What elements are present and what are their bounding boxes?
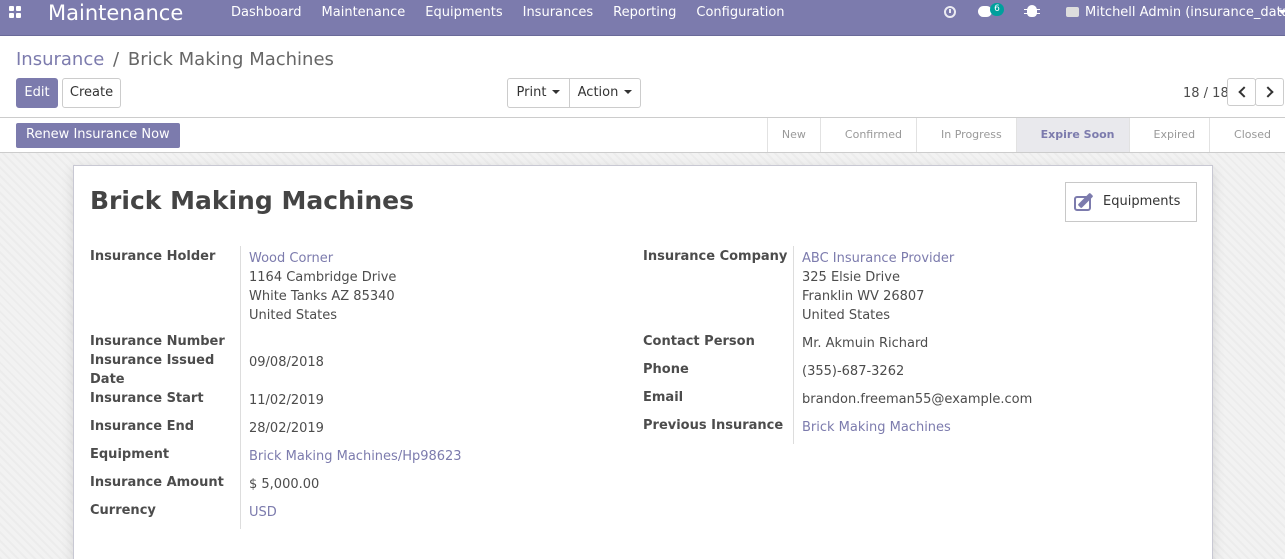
main-menu: Dashboard Maintenance Equipments Insuran… — [231, 5, 785, 20]
issued-date-label: Insurance Issued — [90, 353, 215, 368]
chat-count-badge: 6 — [990, 3, 1004, 16]
equipment-link[interactable]: Brick Making Machines/Hp98623 — [249, 449, 462, 464]
equipments-smart-button-label: Equipments — [1103, 194, 1181, 209]
start-date-value: 11/02/2019 — [249, 393, 324, 408]
user-caret-icon[interactable] — [1278, 10, 1285, 18]
breadcrumb: Insurance / Brick Making Machines — [16, 49, 334, 70]
chevron-left-icon — [1238, 86, 1250, 98]
renew-insurance-button[interactable]: Renew Insurance Now — [16, 123, 180, 148]
chevron-down-icon — [624, 90, 633, 98]
start-date-label: Insurance Start — [90, 391, 204, 406]
stage-in-progress[interactable]: In Progress — [916, 118, 1016, 152]
menu-maintenance[interactable]: Maintenance — [322, 5, 406, 20]
create-button[interactable]: Create — [62, 78, 121, 108]
currency-label: Currency — [90, 503, 156, 518]
apps-menu-icon[interactable] — [9, 6, 23, 20]
end-date-value: 28/02/2019 — [249, 421, 324, 436]
print-dropdown[interactable]: Print — [507, 78, 570, 108]
stage-new[interactable]: New — [766, 118, 820, 152]
stage-closed[interactable]: Closed — [1209, 118, 1285, 152]
debug-bug-icon[interactable] — [1024, 5, 1040, 17]
chevron-down-icon — [552, 90, 561, 98]
menu-insurances[interactable]: Insurances — [523, 5, 594, 20]
equipment-label: Equipment — [90, 447, 170, 462]
left-group-divider — [240, 246, 241, 529]
action-label: Action — [577, 85, 619, 100]
record-title: Brick Making Machines — [90, 186, 415, 215]
end-date-label: Insurance End — [90, 419, 195, 434]
menu-equipments[interactable]: Equipments — [425, 5, 502, 20]
stage-confirmed[interactable]: Confirmed — [819, 118, 916, 152]
holder-name-link[interactable]: Wood Corner — [249, 251, 333, 266]
app-title[interactable]: Maintenance — [48, 1, 183, 25]
action-dropdown[interactable]: Action — [569, 78, 641, 108]
previous-insurance-link[interactable]: Brick Making Machines — [802, 420, 951, 435]
top-navbar: Maintenance Dashboard Maintenance Equipm… — [0, 0, 1285, 36]
activity-clock-icon[interactable] — [944, 6, 956, 18]
issued-date-label-line2: Date — [90, 372, 125, 387]
status-bar: Renew Insurance Now New Confirmed In Pro… — [0, 118, 1285, 153]
holder-address-line3: United States — [249, 308, 338, 323]
user-menu[interactable]: Mitchell Admin (insurance_data) — [1085, 5, 1285, 20]
menu-configuration[interactable]: Configuration — [696, 5, 784, 20]
company-label: Insurance Company — [643, 249, 788, 264]
menu-reporting[interactable]: Reporting — [613, 5, 676, 20]
amount-value: $ 5,000.00 — [249, 477, 320, 492]
pager-value[interactable]: 18 / 18 — [1183, 86, 1229, 101]
insurance-number-label: Insurance Number — [90, 334, 225, 349]
edit-pen-icon — [1074, 192, 1096, 212]
form-sheet: Brick Making Machines Equipments Insuran… — [73, 165, 1213, 559]
stage-pipeline: New Confirmed In Progress Expire Soon Ex… — [766, 118, 1285, 152]
email-label: Email — [643, 390, 684, 405]
chevron-right-icon — [1262, 86, 1274, 98]
pager-next-button[interactable] — [1255, 78, 1284, 106]
amount-label: Insurance Amount — [90, 475, 224, 490]
holder-label: Insurance Holder — [90, 249, 216, 264]
phone-value: (355)-687-3262 — [802, 364, 905, 379]
email-value: brandon.freeman55@example.com — [802, 392, 1033, 407]
menu-dashboard[interactable]: Dashboard — [231, 5, 302, 20]
contact-label: Contact Person — [643, 334, 755, 349]
holder-address-line1: 1164 Cambridge Drive — [249, 270, 397, 285]
company-name-link[interactable]: ABC Insurance Provider — [802, 251, 954, 266]
company-address-line2: Franklin WV 26807 — [802, 289, 925, 304]
database-icon — [1066, 7, 1079, 17]
holder-address-line2: White Tanks AZ 85340 — [249, 289, 395, 304]
previous-insurance-label: Previous Insurance — [643, 418, 784, 433]
right-group-divider — [793, 246, 794, 444]
breadcrumb-current: Brick Making Machines — [127, 49, 334, 70]
stage-expire-soon[interactable]: Expire Soon — [1015, 118, 1129, 152]
print-label: Print — [516, 85, 547, 100]
breadcrumb-separator: / — [113, 49, 120, 70]
contact-value: Mr. Akmuin Richard — [802, 336, 929, 351]
issued-date-value: 09/08/2018 — [249, 355, 324, 370]
equipments-smart-button[interactable]: Equipments — [1065, 182, 1197, 222]
phone-label: Phone — [643, 362, 689, 377]
pager-previous-button[interactable] — [1227, 78, 1256, 106]
company-address-line3: United States — [802, 308, 891, 323]
breadcrumb-parent[interactable]: Insurance — [16, 49, 104, 70]
stage-expired[interactable]: Expired — [1128, 118, 1210, 152]
currency-link[interactable]: USD — [249, 505, 277, 520]
company-address-line1: 325 Elsie Drive — [802, 270, 900, 285]
edit-button[interactable]: Edit — [16, 78, 58, 108]
